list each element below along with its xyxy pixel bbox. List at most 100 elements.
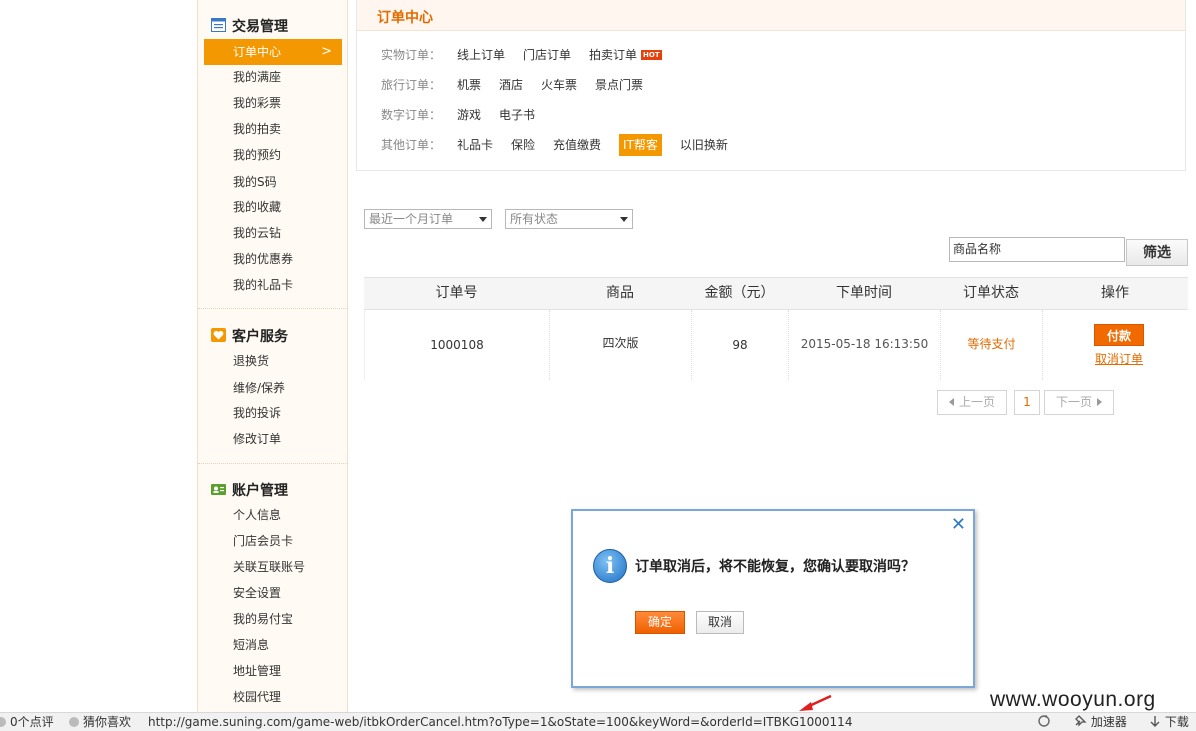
status-select[interactable]: 所有状态 [505, 209, 633, 229]
pay-button[interactable]: 付款 [1094, 324, 1144, 346]
link-ebooks[interactable]: 电子书 [499, 104, 535, 126]
link-games[interactable]: 游戏 [457, 104, 481, 126]
info-icon: i [593, 549, 627, 583]
sidebar-item-messages[interactable]: 短消息 [233, 635, 269, 655]
sidebar-section-header: 账户管理 [198, 476, 348, 502]
sidebar-section-trade: 交易管理 [198, 12, 348, 38]
refresh-icon[interactable] [1037, 713, 1051, 731]
column-header-status: 订单状态 [963, 285, 1019, 301]
sidebar-divider [198, 463, 348, 464]
link-gift-cards[interactable]: 礼品卡 [457, 134, 493, 156]
heart-icon [211, 328, 226, 342]
link-flights[interactable]: 机票 [457, 74, 481, 96]
chevron-right-icon [1097, 398, 1102, 406]
accelerator-button[interactable]: 加速器 [1073, 713, 1127, 731]
column-header-product: 商品 [606, 285, 634, 301]
dropdown-arrow-icon [479, 217, 487, 222]
sidebar-item-linked-accounts[interactable]: 关联互联账号 [233, 557, 305, 577]
sidebar-divider [198, 308, 348, 309]
status-select-value: 所有状态 [510, 212, 559, 226]
next-page-label: 下一页 [1055, 395, 1092, 409]
sidebar-section-title: 账户管理 [232, 483, 288, 499]
guess-you-like[interactable]: 猜你喜欢 [69, 713, 131, 731]
link-train-tickets[interactable]: 火车票 [541, 74, 577, 96]
link-recharge[interactable]: 充值缴费 [553, 134, 601, 156]
cancel-button[interactable]: 取消 [696, 611, 744, 634]
column-header-amount: 金额（元） [704, 285, 775, 301]
browser-status-bar: 0个点评 猜你喜欢 http://game.suning.com/game-we… [0, 712, 1196, 731]
sidebar-section-header: 交易管理 [198, 12, 348, 38]
link-insurance[interactable]: 保险 [511, 134, 535, 156]
prev-page-button[interactable]: 上一页 [937, 390, 1007, 415]
order-amount: 98 [692, 310, 789, 380]
account-card-icon [211, 484, 226, 495]
download-button[interactable]: 下载 [1149, 713, 1189, 731]
order-category-panel: 订单中心 实物订单： 线上订单 门店订单 拍卖订单 HOT 旅行订单： 机票 酒店 火车票 景点… [356, 0, 1186, 171]
sidebar-item-repair[interactable]: 维修/保养 [233, 378, 285, 398]
product-name-input[interactable]: 商品名称 [949, 237, 1125, 262]
sidebar-item-manzuo[interactable]: 我的满座 [233, 67, 281, 87]
order-status: 等待支付 [941, 310, 1043, 380]
confirm-button[interactable]: 确定 [635, 611, 685, 634]
link-online-orders[interactable]: 线上订单 [457, 44, 505, 66]
column-header-actions: 操作 [1101, 285, 1129, 301]
sidebar-item-cloud-diamond[interactable]: 我的云钻 [233, 223, 281, 243]
order-time: 2015-05-18 16:13:50 [789, 310, 941, 380]
sidebar-item-profile[interactable]: 个人信息 [233, 505, 281, 525]
pin-icon [1075, 715, 1087, 727]
link-trade-in[interactable]: 以旧换新 [680, 134, 728, 156]
product-name: 四次版 [550, 310, 692, 380]
sidebar-item-security[interactable]: 安全设置 [233, 583, 281, 603]
comments-label: 0个点评 [10, 715, 54, 729]
sidebar-item-coupons[interactable]: 我的优惠券 [233, 249, 293, 269]
sidebar-item-complaints[interactable]: 我的投诉 [233, 403, 281, 423]
table-row: 1000108 四次版 98 2015-05-18 16:13:50 等待支付 … [364, 310, 1188, 380]
chevron-right-icon: > [321, 44, 332, 59]
period-select[interactable]: 最近一个月订单 [364, 209, 492, 229]
comments-indicator[interactable]: 0个点评 [0, 713, 54, 731]
prev-page-label: 上一页 [958, 395, 995, 409]
category-row-other: 其他订单： 礼品卡 保险 充值缴费 IT帮客 以旧换新 [381, 134, 746, 156]
sidebar-item-label: 订单中心 [233, 45, 282, 59]
dot-icon [69, 717, 79, 727]
hot-badge: HOT [641, 50, 662, 60]
table-header: 订单号 商品 金额（元） 下单时间 订单状态 操作 [364, 277, 1188, 310]
guess-label: 猜你喜欢 [83, 715, 132, 729]
dropdown-arrow-icon [620, 217, 628, 222]
link-auction-orders[interactable]: 拍卖订单 [589, 44, 637, 66]
sidebar-item-order-center[interactable]: 订单中心 > [204, 39, 342, 65]
sidebar-item-auction[interactable]: 我的拍卖 [233, 119, 281, 139]
sidebar-item-favorites[interactable]: 我的收藏 [233, 197, 281, 217]
link-it-bangke[interactable]: IT帮客 [619, 134, 662, 156]
close-icon[interactable]: ✕ [951, 516, 966, 534]
link-hotels[interactable]: 酒店 [499, 74, 523, 96]
watermark: www.wooyun.org [990, 688, 1156, 711]
cancel-order-link[interactable]: 取消订单 [1094, 350, 1144, 368]
sidebar-section-service: 客户服务 [198, 322, 348, 348]
filter-button[interactable]: 筛选 [1126, 239, 1188, 266]
sidebar-item-returns[interactable]: 退换货 [233, 351, 269, 371]
sidebar-section-title: 客户服务 [232, 329, 288, 345]
category-row-label: 数字订单： [381, 108, 442, 122]
column-header-order-no: 订单号 [435, 285, 478, 301]
link-store-orders[interactable]: 门店订单 [523, 44, 571, 66]
link-attraction-tickets[interactable]: 景点门票 [595, 74, 643, 96]
sidebar-item-lottery[interactable]: 我的彩票 [233, 93, 281, 113]
sidebar-item-campus-agent[interactable]: 校园代理 [233, 687, 281, 707]
next-page-button[interactable]: 下一页 [1044, 390, 1114, 415]
sidebar: 交易管理 订单中心 > 我的满座 我的彩票 我的拍卖 我的预约 我的S码 我的收… [197, 0, 348, 712]
order-number: 1000108 [365, 310, 550, 380]
category-row-label: 实物订单： [381, 48, 442, 62]
page-1-button[interactable]: 1 [1014, 390, 1040, 415]
red-arrow-icon [799, 695, 832, 711]
sidebar-item-store-card[interactable]: 门店会员卡 [233, 531, 293, 551]
sidebar-item-s-code[interactable]: 我的S码 [233, 172, 277, 192]
page-title: 订单中心 [377, 10, 433, 26]
category-row-physical: 实物订单： 线上订单 门店订单 拍卖订单 HOT [381, 44, 662, 66]
sidebar-item-yifubao[interactable]: 我的易付宝 [233, 609, 293, 629]
sidebar-item-reservation[interactable]: 我的预约 [233, 145, 281, 165]
category-row-digital: 数字订单： 游戏 电子书 [381, 104, 553, 126]
sidebar-item-addresses[interactable]: 地址管理 [233, 661, 281, 681]
sidebar-item-gift-cards[interactable]: 我的礼品卡 [233, 275, 293, 295]
sidebar-item-modify-order[interactable]: 修改订单 [233, 429, 281, 449]
